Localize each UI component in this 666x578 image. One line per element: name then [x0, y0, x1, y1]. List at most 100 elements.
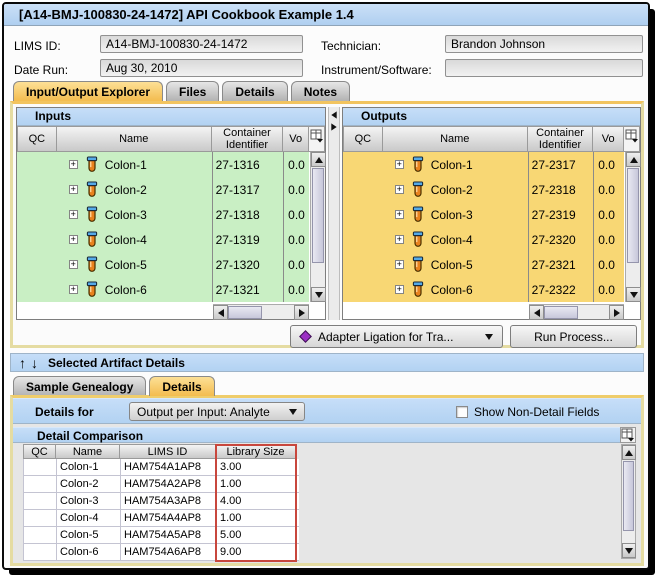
tree-expand-plus-icon[interactable]: [68, 260, 78, 269]
move-down-icon[interactable]: ↓: [31, 356, 38, 370]
window-title-bar[interactable]: [A14-BMJ-100830-24-1472] API Cookbook Ex…: [4, 4, 648, 26]
technician-field[interactable]: Brandon Johnson: [445, 35, 643, 53]
comparison-vertical-scrollbar[interactable]: [621, 444, 636, 559]
cmp-col-library-size[interactable]: Library Size: [216, 444, 296, 459]
cmp-library-size-cell: 4.00: [217, 493, 297, 509]
tree-expand-plus-icon[interactable]: [68, 185, 78, 194]
tree-expand-plus-icon[interactable]: [68, 285, 78, 294]
outputs-scroll-up-button[interactable]: [626, 152, 641, 167]
outputs-col-qc[interactable]: QC: [343, 126, 383, 152]
comparison-scroll-down-button[interactable]: [622, 543, 636, 558]
outputs-col-name[interactable]: Name: [382, 126, 528, 152]
inputs-scroll-left-button[interactable]: [213, 305, 228, 320]
table-row[interactable]: Colon-4 27-13190.0: [17, 227, 309, 252]
table-row[interactable]: Colon-6 27-13210.0: [17, 277, 309, 302]
artifact-name-cell: Colon-1: [57, 152, 212, 177]
tree-expand-plus-icon[interactable]: [394, 285, 404, 294]
artifact-name-cell: Colon-5: [383, 252, 528, 277]
cmp-col-lims-id[interactable]: LIMS ID: [120, 444, 216, 459]
tree-expand-plus-icon[interactable]: [68, 210, 78, 219]
details-for-dropdown[interactable]: Output per Input: Analyte: [129, 402, 305, 421]
tree-expand-plus-icon[interactable]: [394, 260, 404, 269]
comparison-row[interactable]: Colon-5 HAM754A5AP8 5.00: [23, 527, 299, 544]
comparison-row[interactable]: Colon-3 HAM754A3AP8 4.00: [23, 493, 299, 510]
inputs-vscroll-thumb[interactable]: [312, 168, 324, 263]
process-select-dropdown[interactable]: Adapter Ligation for Tra...: [290, 325, 503, 348]
tree-expand-plus-icon[interactable]: [394, 235, 404, 244]
inputs-col-qc[interactable]: QC: [17, 126, 57, 152]
outputs-vscroll-thumb[interactable]: [627, 168, 639, 263]
comparison-table-options-icon[interactable]: [620, 427, 636, 443]
inputs-table-options-icon[interactable]: [309, 126, 325, 152]
table-row[interactable]: Colon-3 27-23190.0: [343, 202, 624, 227]
container-id-cell: 27-1317: [211, 177, 284, 202]
table-row[interactable]: Colon-5 27-13200.0: [17, 252, 309, 277]
chevron-down-icon: [289, 408, 297, 415]
table-row[interactable]: Colon-1 27-23170.0: [343, 152, 624, 177]
container-id-cell: 27-2322: [527, 277, 594, 302]
split-pane-divider[interactable]: [328, 107, 340, 320]
comparison-row[interactable]: Colon-2 HAM754A2AP8 1.00: [23, 476, 299, 493]
tab-sample-genealogy[interactable]: Sample Genealogy: [13, 376, 147, 396]
inputs-scroll-down-button[interactable]: [311, 287, 326, 302]
date-run-field[interactable]: Aug 30, 2010: [100, 59, 303, 77]
inputs-horizontal-scrollbar[interactable]: [213, 304, 309, 320]
show-non-detail-checkbox[interactable]: [456, 406, 468, 418]
tab-details[interactable]: Details: [222, 81, 288, 101]
inputs-hscroll-thumb[interactable]: [228, 306, 262, 319]
tree-expand-plus-icon[interactable]: [394, 160, 404, 169]
down-arrow-icon: [625, 547, 633, 554]
comparison-row[interactable]: Colon-6 HAM754A6AP8 9.00: [23, 544, 299, 561]
inputs-col-name[interactable]: Name: [56, 126, 212, 152]
outputs-col-volume[interactable]: Vo: [593, 126, 625, 152]
outputs-horizontal-scrollbar[interactable]: [529, 304, 624, 320]
lims-id-field[interactable]: A14-BMJ-100830-24-1472: [100, 35, 303, 53]
tree-expand-plus-icon[interactable]: [68, 160, 78, 169]
move-up-icon[interactable]: ↑: [19, 356, 26, 370]
artifact-name-cell: Colon-5: [57, 252, 212, 277]
tab-input-output-explorer[interactable]: Input/Output Explorer: [13, 81, 163, 101]
comparison-vscroll-thumb[interactable]: [623, 461, 634, 531]
inputs-col-container[interactable]: Container Identifier: [211, 126, 284, 152]
tree-expand-plus-icon[interactable]: [68, 235, 78, 244]
inputs-col-volume[interactable]: Vo: [283, 126, 310, 152]
tree-expand-plus-icon[interactable]: [394, 210, 404, 219]
comparison-row[interactable]: Colon-1 HAM754A1AP8 3.00: [23, 459, 299, 476]
tab-notes[interactable]: Notes: [290, 81, 351, 101]
run-process-button[interactable]: Run Process...: [510, 325, 637, 348]
table-row[interactable]: Colon-2 27-13170.0: [17, 177, 309, 202]
cmp-col-qc[interactable]: QC: [23, 444, 56, 459]
table-row[interactable]: Colon-3 27-13180.0: [17, 202, 309, 227]
outputs-scroll-down-button[interactable]: [626, 287, 641, 302]
collapse-left-icon[interactable]: [331, 111, 337, 119]
outputs-hscroll-thumb[interactable]: [544, 306, 578, 319]
detail-comparison-table: QC Name LIMS ID Library Size Colon-1 HAM7…: [23, 444, 299, 562]
inputs-scroll-right-button[interactable]: [294, 305, 309, 320]
outputs-scroll-left-button[interactable]: [529, 305, 544, 320]
container-id-cell: 27-1319: [211, 227, 284, 252]
outputs-table-options-icon[interactable]: [624, 126, 640, 152]
outputs-scroll-right-button[interactable]: [609, 305, 624, 320]
collapse-right-icon[interactable]: [331, 123, 337, 131]
table-row[interactable]: Colon-4 27-23200.0: [343, 227, 624, 252]
inputs-scroll-up-button[interactable]: [311, 152, 326, 167]
instrument-field[interactable]: [445, 59, 643, 77]
outputs-col-container[interactable]: Container Identifier: [527, 126, 594, 152]
up-arrow-icon: [314, 156, 323, 163]
table-row[interactable]: Colon-2 27-23180.0: [343, 177, 624, 202]
run-process-label: Run Process...: [534, 329, 613, 344]
comparison-row[interactable]: Colon-4 HAM754A4AP8 1.00: [23, 510, 299, 527]
tab-artifact-details[interactable]: Details: [149, 376, 215, 396]
tab-files[interactable]: Files: [166, 81, 220, 101]
cmp-col-name[interactable]: Name: [56, 444, 120, 459]
table-row[interactable]: Colon-1 27-13160.0: [17, 152, 309, 177]
inputs-vertical-scrollbar[interactable]: [310, 152, 326, 302]
qc-cell: [343, 227, 383, 252]
outputs-vertical-scrollbar[interactable]: [625, 152, 641, 302]
comparison-scroll-up-button[interactable]: [622, 445, 636, 460]
table-row[interactable]: Colon-5 27-23210.0: [343, 252, 624, 277]
tree-expand-plus-icon[interactable]: [394, 185, 404, 194]
down-arrow-icon: [314, 291, 323, 298]
table-row[interactable]: Colon-6 27-23220.0: [343, 277, 624, 302]
artifact-name: Colon-4: [104, 232, 147, 247]
